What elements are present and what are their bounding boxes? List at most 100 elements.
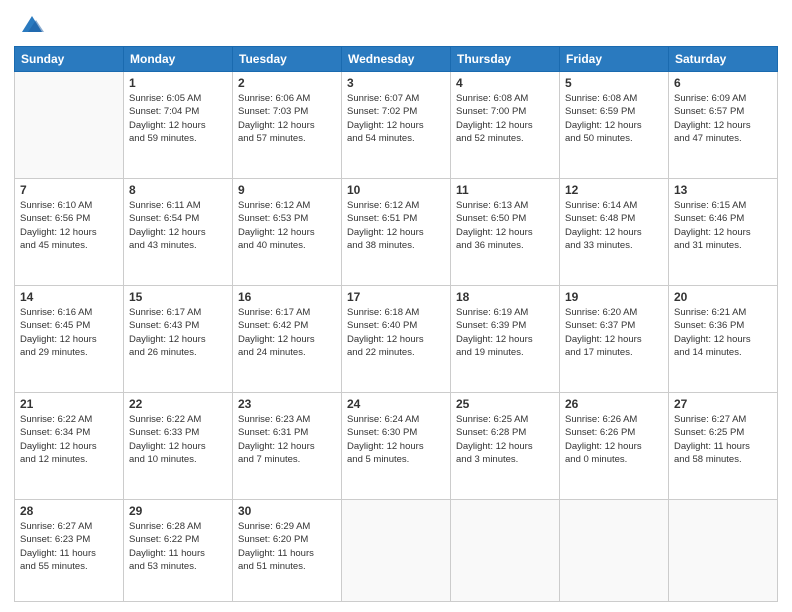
week-row-5: 28 Sunrise: 6:27 AM Sunset: 6:23 PM Dayli…: [15, 499, 778, 601]
day-cell: 1 Sunrise: 6:05 AM Sunset: 7:04 PM Daylig…: [124, 72, 233, 179]
col-header-monday: Monday: [124, 47, 233, 72]
day-info: Sunrise: 6:19 AM Sunset: 6:39 PM Dayligh…: [456, 306, 554, 359]
day-cell: 18 Sunrise: 6:19 AM Sunset: 6:39 PM Dayli…: [451, 285, 560, 392]
header-row: SundayMondayTuesdayWednesdayThursdayFrid…: [15, 47, 778, 72]
day-number: 11: [456, 183, 554, 197]
day-cell: 20 Sunrise: 6:21 AM Sunset: 6:36 PM Dayli…: [669, 285, 778, 392]
col-header-tuesday: Tuesday: [233, 47, 342, 72]
day-number: 28: [20, 504, 118, 518]
page: SundayMondayTuesdayWednesdayThursdayFrid…: [0, 0, 792, 612]
day-number: 24: [347, 397, 445, 411]
day-cell: 27 Sunrise: 6:27 AM Sunset: 6:25 PM Dayli…: [669, 392, 778, 499]
day-info: Sunrise: 6:22 AM Sunset: 6:33 PM Dayligh…: [129, 413, 227, 466]
day-cell: 24 Sunrise: 6:24 AM Sunset: 6:30 PM Dayli…: [342, 392, 451, 499]
day-info: Sunrise: 6:28 AM Sunset: 6:22 PM Dayligh…: [129, 520, 227, 573]
col-header-saturday: Saturday: [669, 47, 778, 72]
week-row-3: 14 Sunrise: 6:16 AM Sunset: 6:45 PM Dayli…: [15, 285, 778, 392]
day-info: Sunrise: 6:13 AM Sunset: 6:50 PM Dayligh…: [456, 199, 554, 252]
day-cell: 13 Sunrise: 6:15 AM Sunset: 6:46 PM Dayli…: [669, 178, 778, 285]
day-number: 3: [347, 76, 445, 90]
day-info: Sunrise: 6:09 AM Sunset: 6:57 PM Dayligh…: [674, 92, 772, 145]
day-number: 22: [129, 397, 227, 411]
day-number: 9: [238, 183, 336, 197]
day-cell: 17 Sunrise: 6:18 AM Sunset: 6:40 PM Dayli…: [342, 285, 451, 392]
day-cell: 10 Sunrise: 6:12 AM Sunset: 6:51 PM Dayli…: [342, 178, 451, 285]
col-header-wednesday: Wednesday: [342, 47, 451, 72]
day-info: Sunrise: 6:14 AM Sunset: 6:48 PM Dayligh…: [565, 199, 663, 252]
day-number: 2: [238, 76, 336, 90]
day-number: 1: [129, 76, 227, 90]
day-number: 25: [456, 397, 554, 411]
day-info: Sunrise: 6:17 AM Sunset: 6:43 PM Dayligh…: [129, 306, 227, 359]
day-cell: 14 Sunrise: 6:16 AM Sunset: 6:45 PM Dayli…: [15, 285, 124, 392]
day-cell: 19 Sunrise: 6:20 AM Sunset: 6:37 PM Dayli…: [560, 285, 669, 392]
day-cell: 5Sunrise: 6:08 AM Sunset: 6:59 PM Daylig…: [560, 72, 669, 179]
header: [14, 10, 778, 38]
day-number: 17: [347, 290, 445, 304]
day-cell: 3 Sunrise: 6:07 AM Sunset: 7:02 PM Daylig…: [342, 72, 451, 179]
day-cell: 8 Sunrise: 6:11 AM Sunset: 6:54 PM Daylig…: [124, 178, 233, 285]
day-number: 29: [129, 504, 227, 518]
day-info: Sunrise: 6:07 AM Sunset: 7:02 PM Dayligh…: [347, 92, 445, 145]
day-number: 27: [674, 397, 772, 411]
col-header-thursday: Thursday: [451, 47, 560, 72]
week-row-2: 7 Sunrise: 6:10 AM Sunset: 6:56 PM Daylig…: [15, 178, 778, 285]
day-number: 8: [129, 183, 227, 197]
day-number: 18: [456, 290, 554, 304]
day-number: 21: [20, 397, 118, 411]
day-info: Sunrise: 6:25 AM Sunset: 6:28 PM Dayligh…: [456, 413, 554, 466]
day-info: Sunrise: 6:26 AM Sunset: 6:26 PM Dayligh…: [565, 413, 663, 466]
day-cell: [669, 499, 778, 601]
day-cell: 7 Sunrise: 6:10 AM Sunset: 6:56 PM Daylig…: [15, 178, 124, 285]
day-info: Sunrise: 6:24 AM Sunset: 6:30 PM Dayligh…: [347, 413, 445, 466]
day-cell: 21Sunrise: 6:22 AM Sunset: 6:34 PM Dayli…: [15, 392, 124, 499]
day-info: Sunrise: 6:17 AM Sunset: 6:42 PM Dayligh…: [238, 306, 336, 359]
col-header-sunday: Sunday: [15, 47, 124, 72]
day-cell: [451, 499, 560, 601]
day-info: Sunrise: 6:21 AM Sunset: 6:36 PM Dayligh…: [674, 306, 772, 359]
day-number: 7: [20, 183, 118, 197]
day-cell: [560, 499, 669, 601]
day-info: Sunrise: 6:20 AM Sunset: 6:37 PM Dayligh…: [565, 306, 663, 359]
day-cell: 15 Sunrise: 6:17 AM Sunset: 6:43 PM Dayli…: [124, 285, 233, 392]
day-number: 15: [129, 290, 227, 304]
day-info: Sunrise: 6:06 AM Sunset: 7:03 PM Dayligh…: [238, 92, 336, 145]
day-number: 19: [565, 290, 663, 304]
day-info: Sunrise: 6:18 AM Sunset: 6:40 PM Dayligh…: [347, 306, 445, 359]
day-number: 10: [347, 183, 445, 197]
day-number: 30: [238, 504, 336, 518]
day-info: Sunrise: 6:12 AM Sunset: 6:51 PM Dayligh…: [347, 199, 445, 252]
day-number: 6: [674, 76, 772, 90]
day-info: Sunrise: 6:15 AM Sunset: 6:46 PM Dayligh…: [674, 199, 772, 252]
day-number: 12: [565, 183, 663, 197]
calendar: SundayMondayTuesdayWednesdayThursdayFrid…: [14, 46, 778, 602]
day-cell: 30 Sunrise: 6:29 AM Sunset: 6:20 PM Dayli…: [233, 499, 342, 601]
day-info: Sunrise: 6:12 AM Sunset: 6:53 PM Dayligh…: [238, 199, 336, 252]
day-number: 4: [456, 76, 554, 90]
day-info: Sunrise: 6:08 AM Sunset: 6:59 PM Dayligh…: [565, 92, 663, 145]
day-cell: 11 Sunrise: 6:13 AM Sunset: 6:50 PM Dayli…: [451, 178, 560, 285]
day-cell: 23Sunrise: 6:23 AM Sunset: 6:31 PM Dayli…: [233, 392, 342, 499]
day-info: Sunrise: 6:11 AM Sunset: 6:54 PM Dayligh…: [129, 199, 227, 252]
day-number: 13: [674, 183, 772, 197]
day-info: Sunrise: 6:16 AM Sunset: 6:45 PM Dayligh…: [20, 306, 118, 359]
day-info: Sunrise: 6:27 AM Sunset: 6:25 PM Dayligh…: [674, 413, 772, 466]
week-row-4: 21Sunrise: 6:22 AM Sunset: 6:34 PM Dayli…: [15, 392, 778, 499]
day-info: Sunrise: 6:29 AM Sunset: 6:20 PM Dayligh…: [238, 520, 336, 573]
day-cell: 22 Sunrise: 6:22 AM Sunset: 6:33 PM Dayli…: [124, 392, 233, 499]
day-cell: 29 Sunrise: 6:28 AM Sunset: 6:22 PM Dayli…: [124, 499, 233, 601]
col-header-friday: Friday: [560, 47, 669, 72]
day-cell: 4 Sunrise: 6:08 AM Sunset: 7:00 PM Daylig…: [451, 72, 560, 179]
day-info: Sunrise: 6:08 AM Sunset: 7:00 PM Dayligh…: [456, 92, 554, 145]
day-number: 14: [20, 290, 118, 304]
day-number: 20: [674, 290, 772, 304]
day-number: 16: [238, 290, 336, 304]
day-info: Sunrise: 6:23 AM Sunset: 6:31 PM Dayligh…: [238, 413, 336, 466]
day-cell: 6 Sunrise: 6:09 AM Sunset: 6:57 PM Daylig…: [669, 72, 778, 179]
day-cell: 2 Sunrise: 6:06 AM Sunset: 7:03 PM Daylig…: [233, 72, 342, 179]
day-cell: 12 Sunrise: 6:14 AM Sunset: 6:48 PM Dayli…: [560, 178, 669, 285]
day-info: Sunrise: 6:27 AM Sunset: 6:23 PM Dayligh…: [20, 520, 118, 573]
week-row-1: 1 Sunrise: 6:05 AM Sunset: 7:04 PM Daylig…: [15, 72, 778, 179]
day-info: Sunrise: 6:10 AM Sunset: 6:56 PM Dayligh…: [20, 199, 118, 252]
day-info: Sunrise: 6:05 AM Sunset: 7:04 PM Dayligh…: [129, 92, 227, 145]
